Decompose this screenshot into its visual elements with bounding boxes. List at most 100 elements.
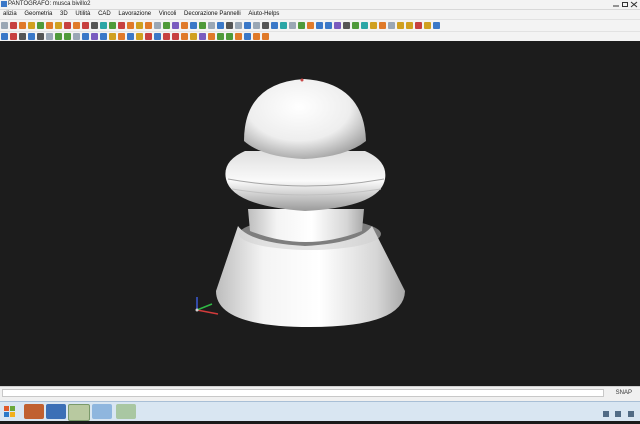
new-icon[interactable]: [1, 22, 8, 29]
tray-network-icon[interactable]: [615, 411, 622, 417]
help-icon[interactable]: [433, 22, 440, 29]
arc-icon[interactable]: [199, 22, 206, 29]
view-front-icon[interactable]: [379, 22, 386, 29]
menu-item-cad[interactable]: CAD: [95, 10, 114, 19]
extrude-icon[interactable]: [118, 33, 125, 40]
3d-viewport[interactable]: [0, 41, 640, 386]
tool-icon[interactable]: [1, 33, 8, 40]
tray-flag-icon[interactable]: [603, 411, 609, 417]
drill-icon[interactable]: [19, 33, 26, 40]
close-button[interactable]: [630, 1, 638, 8]
taskbar-app-archive-icon[interactable]: [24, 404, 44, 419]
mirror-icon[interactable]: [163, 22, 170, 29]
plane-icon[interactable]: [91, 33, 98, 40]
path-icon[interactable]: [28, 33, 35, 40]
axis-icon[interactable]: [82, 33, 89, 40]
hide-icon[interactable]: [235, 33, 242, 40]
surface-icon[interactable]: [100, 33, 107, 40]
maximize-button[interactable]: [621, 1, 629, 8]
taskbar-app-document-icon[interactable]: [92, 404, 112, 419]
boolean-icon[interactable]: [154, 33, 161, 40]
view-top-icon[interactable]: [370, 22, 377, 29]
color-icon[interactable]: [199, 33, 206, 40]
circle-icon[interactable]: [208, 22, 215, 29]
save-icon[interactable]: [19, 22, 26, 29]
undo-icon[interactable]: [64, 22, 71, 29]
offset-icon[interactable]: [289, 22, 296, 29]
extend-icon[interactable]: [280, 22, 287, 29]
open-icon[interactable]: [10, 22, 17, 29]
revolve-icon[interactable]: [127, 33, 134, 40]
view-side-icon[interactable]: [388, 22, 395, 29]
explode-icon[interactable]: [316, 22, 323, 29]
menu-item-geometria[interactable]: Geometria: [21, 10, 55, 19]
insert-icon[interactable]: [352, 22, 359, 29]
lock-icon[interactable]: [208, 33, 215, 40]
settings-icon[interactable]: [424, 22, 431, 29]
menu-item-3d[interactable]: 3D: [57, 10, 71, 19]
select-icon[interactable]: [109, 22, 116, 29]
shade-icon[interactable]: [406, 22, 413, 29]
chamfer-icon[interactable]: [307, 22, 314, 29]
loft-icon[interactable]: [145, 33, 152, 40]
zoom-in-icon[interactable]: [82, 22, 89, 29]
rotate-icon[interactable]: [154, 22, 161, 29]
unlock-icon[interactable]: [217, 33, 224, 40]
start-button[interactable]: [2, 404, 18, 419]
stop-icon[interactable]: [262, 33, 269, 40]
cam-icon[interactable]: [64, 33, 71, 40]
rect-icon[interactable]: [217, 22, 224, 29]
solid-icon[interactable]: [109, 33, 116, 40]
paste-icon[interactable]: [55, 22, 62, 29]
refresh-icon[interactable]: [253, 33, 260, 40]
export-icon[interactable]: [46, 33, 53, 40]
tray-volume-icon[interactable]: [627, 411, 634, 417]
command-input[interactable]: [2, 389, 604, 397]
origin-icon[interactable]: [73, 33, 80, 40]
mill-icon[interactable]: [10, 33, 17, 40]
join-icon[interactable]: [325, 22, 332, 29]
snap-icon[interactable]: [127, 22, 134, 29]
eye-icon[interactable]: [226, 33, 233, 40]
text-icon[interactable]: [244, 22, 251, 29]
polyline-icon[interactable]: [226, 22, 233, 29]
render-icon[interactable]: [361, 22, 368, 29]
menu-item-vincoli[interactable]: Vincoli: [156, 10, 180, 19]
grid-icon[interactable]: [118, 22, 125, 29]
menu-item-lavorazione[interactable]: Lavorazione: [115, 10, 154, 19]
wire-icon[interactable]: [415, 22, 422, 29]
taskbar-app-checklist-icon[interactable]: [116, 404, 136, 419]
cut-icon[interactable]: [37, 22, 44, 29]
block-icon[interactable]: [343, 22, 350, 29]
show-icon[interactable]: [244, 33, 251, 40]
spline-icon[interactable]: [235, 22, 242, 29]
taskbar-app-pantografo-icon[interactable]: [68, 404, 90, 421]
pan-icon[interactable]: [100, 22, 107, 29]
table-icon[interactable]: [190, 33, 197, 40]
print-icon[interactable]: [28, 22, 35, 29]
list-icon[interactable]: [181, 33, 188, 40]
redo-icon[interactable]: [73, 22, 80, 29]
minimize-button[interactable]: [612, 1, 620, 8]
line-icon[interactable]: [190, 22, 197, 29]
menu-item-decorazione-pannelli[interactable]: Decorazione Pannelli: [181, 10, 244, 19]
array-icon[interactable]: [334, 22, 341, 29]
menu-item-aiuto-helps[interactable]: Aiuto-Helps: [245, 10, 282, 19]
info-icon[interactable]: [172, 33, 179, 40]
trim-icon[interactable]: [271, 22, 278, 29]
view-iso-icon[interactable]: [397, 22, 404, 29]
section-icon[interactable]: [163, 33, 170, 40]
measure-icon[interactable]: [145, 22, 152, 29]
import-icon[interactable]: [55, 33, 62, 40]
copy-icon[interactable]: [46, 22, 53, 29]
layer-icon[interactable]: [136, 22, 143, 29]
scale-icon[interactable]: [172, 22, 179, 29]
snap-indicator[interactable]: SNAP: [616, 390, 632, 396]
fillet-icon[interactable]: [298, 22, 305, 29]
menu-item-utilita[interactable]: Utilità: [72, 10, 93, 19]
zoom-out-icon[interactable]: [91, 22, 98, 29]
taskbar-app-windows-icon[interactable]: [46, 404, 66, 419]
menu-item-file[interactable]: alizia: [0, 10, 20, 19]
dimension-icon[interactable]: [253, 22, 260, 29]
hatch-icon[interactable]: [262, 22, 269, 29]
